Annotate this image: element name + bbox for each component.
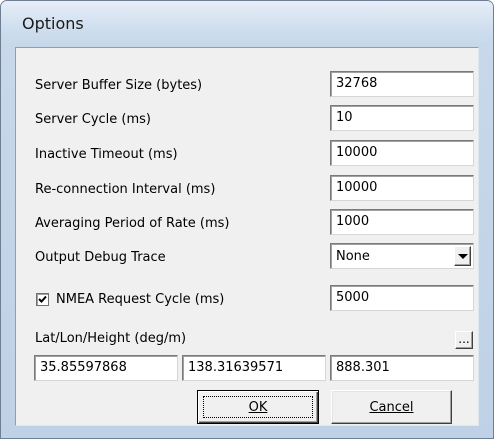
check-icon: [38, 295, 47, 303]
server-cycle-label: Server Cycle (ms): [35, 112, 152, 127]
lat-lon-height-label: Lat/Lon/Height (deg/m): [35, 331, 187, 346]
server-buffer-size-input[interactable]: 32768: [330, 71, 474, 97]
longitude-input[interactable]: 138.31639571: [182, 355, 326, 381]
averaging-period-label: Averaging Period of Rate (ms): [35, 216, 230, 231]
chevron-down-icon: [458, 254, 468, 259]
browse-button[interactable]: ...: [455, 331, 473, 349]
output-debug-trace-value: None: [336, 249, 370, 264]
server-cycle-input[interactable]: 10: [330, 105, 474, 131]
options-dialog: Options Server Buffer Size (bytes) 32768…: [0, 0, 494, 439]
ok-button[interactable]: OK: [197, 390, 319, 424]
cancel-button[interactable]: Cancel: [331, 390, 452, 424]
output-debug-trace-select[interactable]: None: [330, 243, 474, 269]
reconnection-interval-input[interactable]: 10000: [330, 175, 474, 201]
averaging-period-input[interactable]: 1000: [330, 209, 474, 235]
nmea-request-cycle-checkbox[interactable]: [36, 293, 49, 306]
inactive-timeout-input[interactable]: 10000: [330, 140, 474, 166]
window-title: Options: [22, 14, 84, 33]
inactive-timeout-label: Inactive Timeout (ms): [35, 147, 178, 162]
height-input[interactable]: 888.301: [330, 355, 474, 381]
output-debug-trace-label: Output Debug Trace: [35, 250, 166, 265]
dropdown-button[interactable]: [454, 246, 471, 266]
title-bar[interactable]: Options: [1, 1, 493, 47]
server-buffer-size-label: Server Buffer Size (bytes): [35, 78, 203, 93]
cancel-button-label: Cancel: [369, 400, 414, 415]
nmea-request-cycle-label[interactable]: NMEA Request Cycle (ms): [56, 292, 224, 307]
reconnection-interval-label: Re-connection Interval (ms): [35, 182, 216, 197]
latitude-input[interactable]: 35.85597868: [34, 355, 178, 381]
nmea-request-cycle-input[interactable]: 5000: [330, 285, 474, 311]
ok-button-label: OK: [248, 400, 268, 415]
dialog-client-area: Server Buffer Size (bytes) 32768 Server …: [15, 47, 479, 426]
